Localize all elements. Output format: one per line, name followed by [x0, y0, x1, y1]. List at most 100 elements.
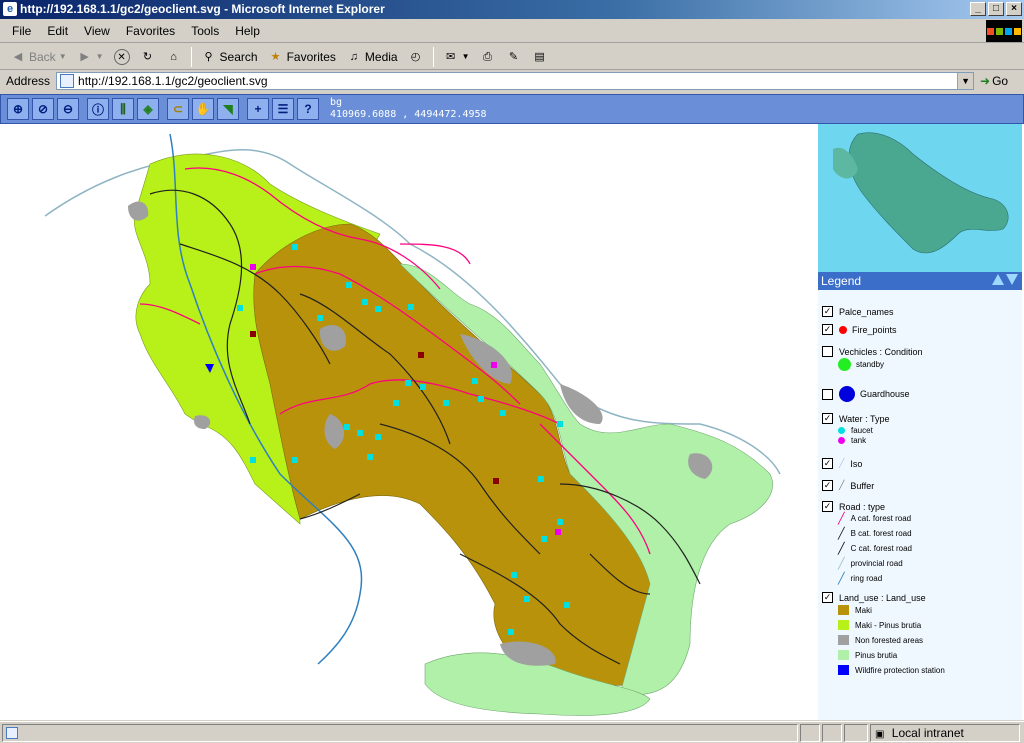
add-button[interactable]: + [247, 98, 269, 120]
legend-header: Legend [818, 272, 1022, 290]
maximize-button[interactable]: □ [988, 2, 1004, 16]
legend-up-icon[interactable] [992, 274, 1004, 285]
cursor-coordinates: 410969.6088 , 4494472.4958 [330, 109, 487, 120]
select-icon: ⊂ [172, 102, 184, 116]
legend-label-station: Wildfire protection station [855, 665, 945, 675]
media-label: Media [364, 49, 398, 64]
legend-label-water: Water : Type [839, 413, 890, 424]
legend-label-place-names: Palce_names [839, 306, 894, 317]
checkbox-vehicles[interactable] [822, 346, 833, 357]
checkbox-water[interactable]: ✓ [822, 413, 833, 424]
pinus-swatch [838, 650, 849, 660]
refresh-button[interactable]: ↻ [136, 48, 160, 66]
checkbox-buffer[interactable]: ✓ [822, 480, 833, 491]
menu-help[interactable]: Help [227, 24, 268, 38]
legend-item-place-names: ✓ Palce_names [822, 306, 894, 317]
favorites-button[interactable]: ★ Favorites [264, 48, 340, 66]
legend-label-vehicles: Vechicles : Condition [839, 346, 923, 357]
history-button[interactable]: ◴ [404, 48, 428, 66]
checkbox-place-names[interactable]: ✓ [822, 306, 833, 317]
add-icon: + [254, 102, 262, 116]
legend-label-non-forested: Non forested areas [855, 635, 924, 645]
back-label: Back [29, 49, 56, 64]
print-button[interactable]: ⎙ [476, 48, 500, 66]
legend-sub-tank: tank [838, 436, 866, 445]
layers-button[interactable]: ◈ [137, 98, 159, 120]
status-pane-main [2, 724, 798, 742]
layers-icon: ◈ [143, 102, 153, 116]
legend-sub-maki-pinus: Maki - Pinus brutia [838, 620, 921, 630]
map-canvas[interactable] [0, 124, 818, 720]
non-forested-swatch [838, 635, 849, 645]
forward-dropdown-icon: ▼ [95, 52, 104, 61]
edit-button[interactable]: ✎ [502, 48, 526, 66]
forward-button[interactable]: ▶ ▼ [73, 48, 108, 66]
go-button[interactable]: ➜ Go [980, 74, 1008, 88]
status-pane-3 [844, 724, 868, 742]
mail-button[interactable]: ✉ ▼ [439, 48, 474, 66]
pan-button[interactable]: ◥ [217, 98, 239, 120]
status-page-icon [6, 727, 18, 739]
legend-sub-road-a: ╱ A cat. forest road [838, 512, 911, 525]
toolbar-separator [190, 46, 192, 67]
legend-label-fire-points: Fire_points [852, 324, 897, 335]
legend-sub-road-b: ╱ B cat. forest road [838, 527, 912, 540]
menu-favorites[interactable]: Favorites [118, 24, 183, 38]
checkbox-iso[interactable]: ✓ [822, 458, 833, 469]
discuss-button[interactable]: ▤ [528, 48, 552, 66]
legend-item-vehicles: Vechicles : Condition [822, 346, 923, 357]
overview-map[interactable] [818, 124, 1022, 272]
measure-button[interactable]: ⫼ [112, 98, 134, 120]
iso-line-icon: ╱ [839, 458, 845, 468]
media-icon: ♫ [349, 50, 359, 63]
zoom-in-button[interactable]: ⊕ [7, 98, 29, 120]
media-button[interactable]: ♫ Media [342, 48, 402, 66]
search-button[interactable]: ⚲ Search [197, 48, 262, 66]
faucet-dot-icon [838, 427, 845, 434]
checkbox-guardhouse[interactable] [822, 388, 833, 400]
select-button[interactable]: ⊂ [167, 98, 189, 120]
menu-edit[interactable]: Edit [39, 24, 76, 38]
home-icon: ⌂ [170, 50, 177, 63]
legend-item-guardhouse: Guardhouse [822, 386, 910, 402]
help-button[interactable]: ? [297, 98, 319, 120]
favorites-icon: ★ [270, 50, 281, 63]
home-button[interactable]: ⌂ [162, 48, 186, 66]
legend-label-provincial: provincial road [850, 559, 903, 568]
legend-label-tank: tank [851, 436, 867, 445]
menu-tools[interactable]: Tools [183, 24, 227, 38]
pan-area-button[interactable]: ✋ [192, 98, 214, 120]
close-button[interactable]: × [1006, 2, 1022, 16]
station-swatch [838, 665, 849, 675]
menu-view[interactable]: View [76, 24, 118, 38]
window-titlebar[interactable]: e http://192.168.1.1/gc2/geoclient.svg -… [0, 0, 1024, 19]
checkbox-road[interactable]: ✓ [822, 501, 833, 512]
menu-file[interactable]: File [4, 24, 39, 38]
search-icon: ⚲ [204, 50, 213, 63]
list-button[interactable]: ☰ [272, 98, 294, 120]
back-arrow-icon: ◀ [13, 50, 23, 63]
legend-sub-non-forested: Non forested areas [838, 635, 923, 645]
legend-sub-provincial: ╱ provincial road [838, 557, 903, 570]
legend-sub-station: Wildfire protection station [838, 665, 945, 675]
status-zone-pane: ▣ Local intranet [870, 724, 1020, 742]
zoom-full-button[interactable]: ⊘ [32, 98, 54, 120]
legend-down-icon[interactable] [1006, 274, 1018, 285]
stop-button[interactable]: ✕ [110, 48, 134, 66]
pan-icon: ◥ [223, 102, 233, 116]
minimize-button[interactable]: _ [970, 2, 986, 16]
info-button[interactable]: ⓘ [87, 98, 109, 120]
legend-panel: ✓ Palce_names ✓ Fire_points Vechicles : … [818, 290, 1022, 720]
checkbox-land-use[interactable]: ✓ [822, 592, 833, 603]
legend-label-road: Road : type [839, 501, 886, 512]
zoom-out-button[interactable]: ⊖ [57, 98, 79, 120]
back-dropdown-icon: ▼ [58, 52, 67, 61]
zoom-full-icon: ⊘ [37, 102, 49, 116]
address-dropdown-icon[interactable]: ▼ [957, 73, 974, 89]
address-input[interactable]: http://192.168.1.1/gc2/geoclient.svg ▼ [56, 72, 975, 90]
back-button[interactable]: ◀ Back ▼ [6, 48, 71, 66]
measure-icon: ⫼ [120, 101, 126, 116]
checkbox-fire-points[interactable]: ✓ [822, 324, 833, 335]
legend-item-road: ✓ Road : type [822, 501, 885, 512]
address-label: Address [6, 74, 51, 88]
